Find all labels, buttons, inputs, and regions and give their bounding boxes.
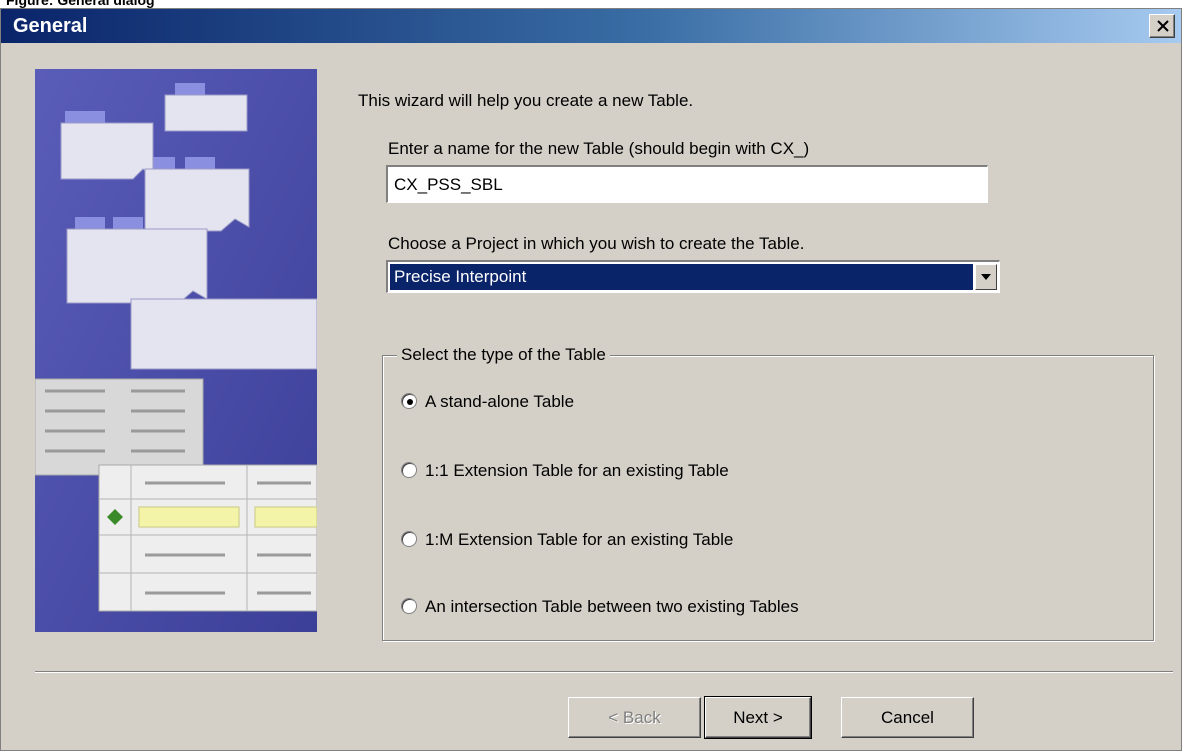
project-selected-value: Precise Interpoint	[390, 264, 973, 290]
dropdown-arrow-button[interactable]	[975, 264, 997, 290]
wizard-illustration	[35, 69, 317, 632]
window-title: General	[13, 15, 88, 37]
table-type-legend: Select the type of the Table	[397, 345, 610, 365]
button-separator	[35, 671, 1173, 673]
cancel-button[interactable]: Cancel	[841, 697, 974, 738]
next-button[interactable]: Next >	[704, 696, 812, 739]
close-icon	[1157, 20, 1169, 32]
table-name-label: Enter a name for the new Table (should b…	[388, 139, 810, 158]
folders-illustration	[35, 69, 317, 632]
radio-button[interactable]	[401, 462, 417, 478]
close-button[interactable]	[1149, 14, 1175, 38]
chevron-down-icon	[981, 274, 991, 280]
figure-caption: Figure: General dialog	[6, 0, 155, 8]
wizard-intro-text: This wizard will help you create a new T…	[358, 91, 694, 110]
radio-selected-dot	[407, 399, 413, 405]
radio-button[interactable]	[401, 393, 417, 409]
title-bar: General	[1, 9, 1181, 43]
back-button[interactable]: < Back	[568, 697, 701, 738]
radio-label: 1:M Extension Table for an existing Tabl…	[425, 530, 734, 549]
radio-button[interactable]	[401, 598, 417, 614]
radio-label: 1:1 Extension Table for an existing Tabl…	[425, 461, 729, 480]
project-dropdown[interactable]: Precise Interpoint	[386, 260, 1000, 293]
radio-label: An intersection Table between two existi…	[425, 597, 799, 616]
radio-button[interactable]	[401, 531, 417, 547]
table-type-group: Select the type of the Table A stand-alo…	[382, 345, 1154, 641]
project-label: Choose a Project in which you wish to cr…	[388, 234, 805, 253]
wizard-dialog: General This wizard will help you create…	[0, 8, 1182, 751]
radio-label: A stand-alone Table	[425, 392, 575, 411]
table-name-input[interactable]	[386, 165, 988, 203]
